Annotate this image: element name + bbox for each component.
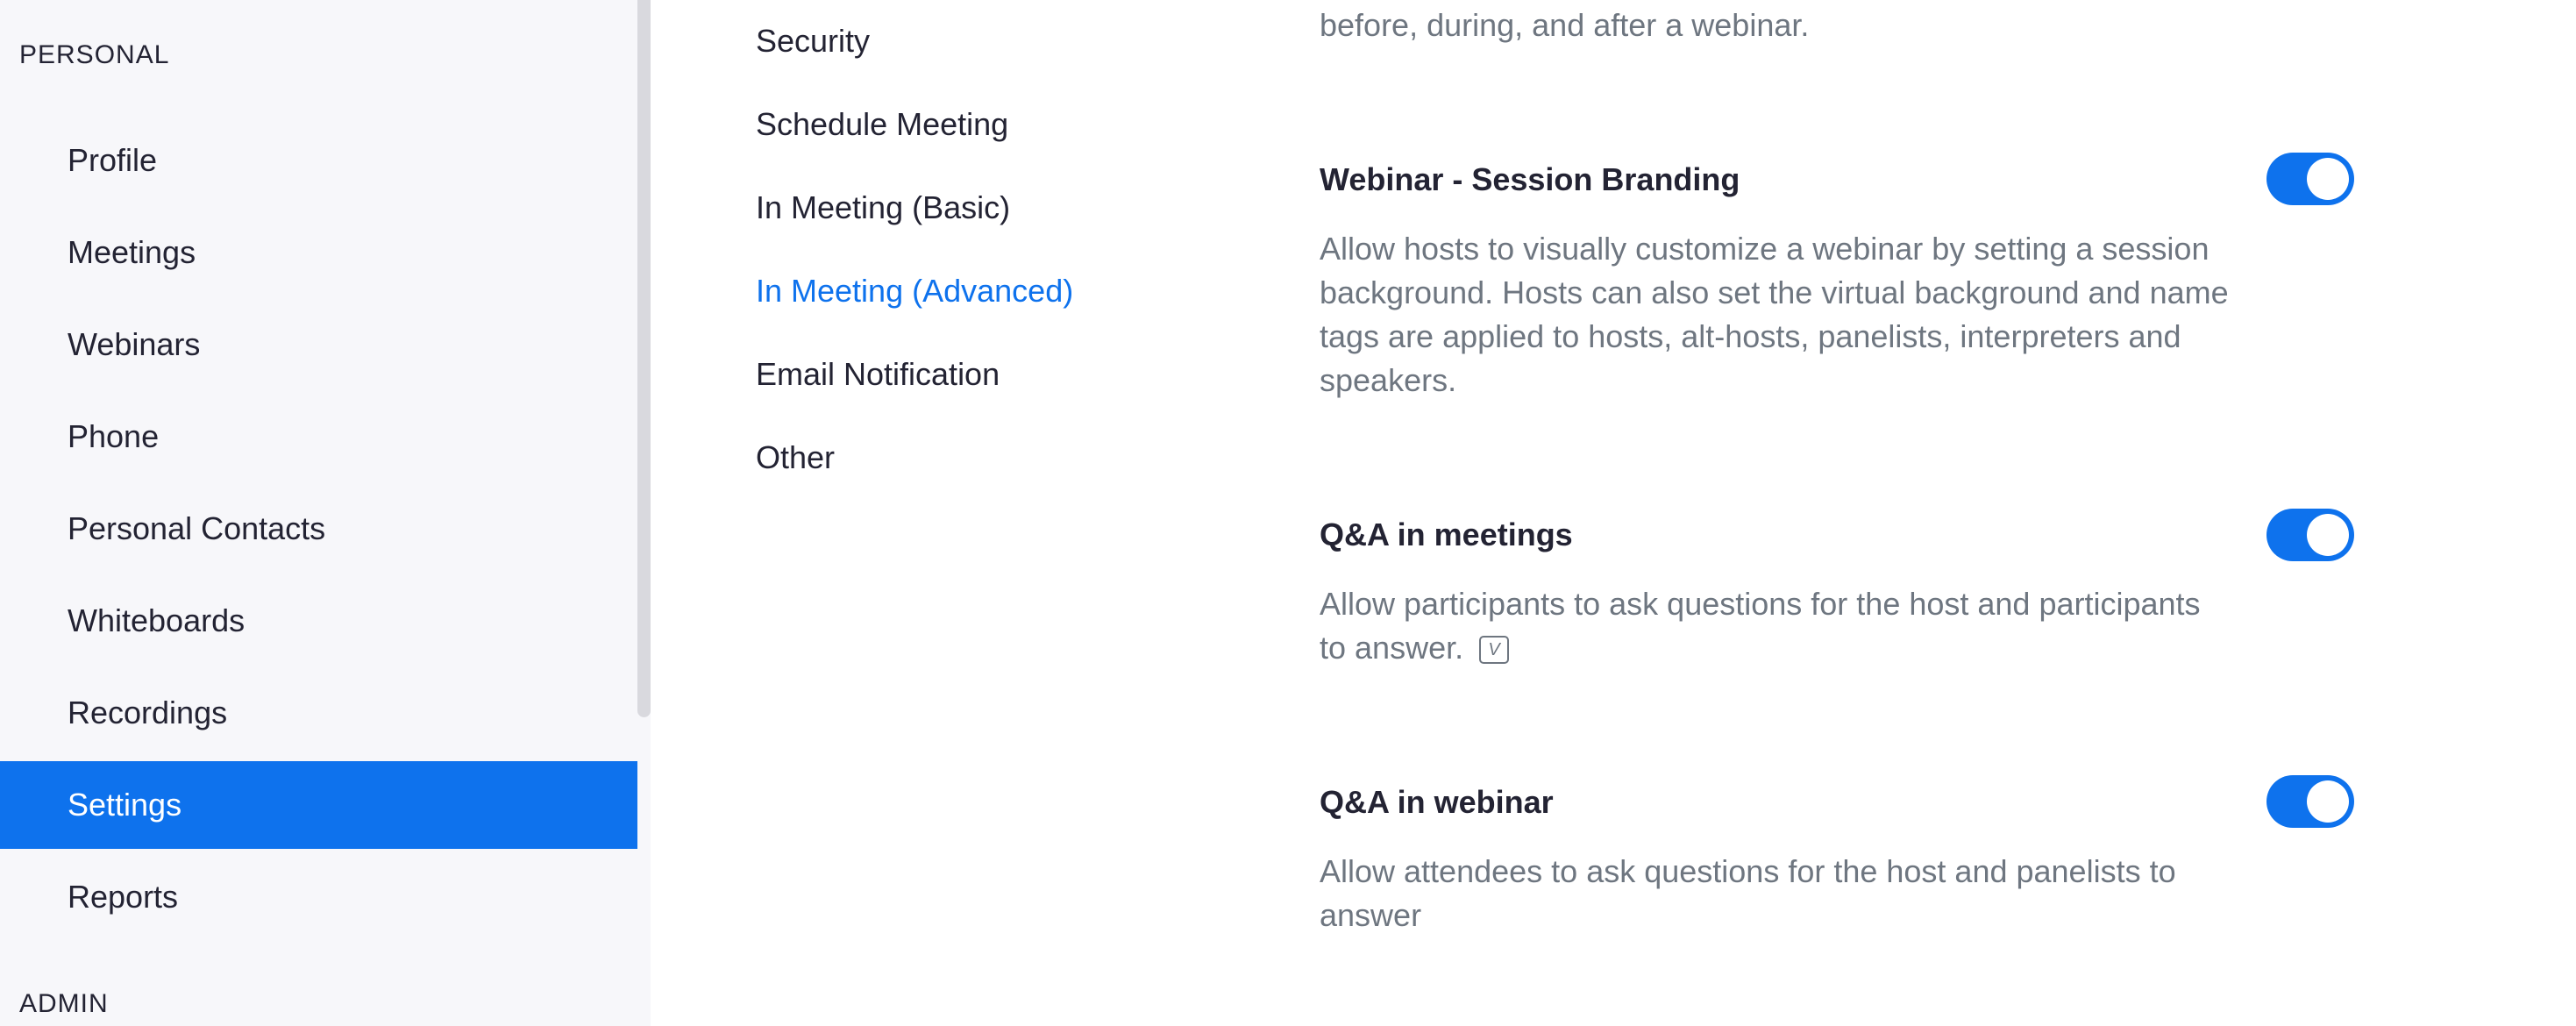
setting-title-qa-in-webinar: Q&A in webinar <box>1320 784 1554 820</box>
settings-content: before, during, and after a webinar. Web… <box>1320 0 2459 1026</box>
sidebar-item-meetings[interactable]: Meetings <box>0 209 637 296</box>
sidebar-item-whiteboards[interactable]: Whiteboards <box>0 577 637 665</box>
setting-description-qa-in-webinar: Allow attendees to ask questions for the… <box>1320 853 2176 933</box>
sidebar-scrollbar[interactable] <box>637 0 651 717</box>
webinar-session-branding-toggle[interactable] <box>2266 153 2354 205</box>
sidebar-item-reports[interactable]: Reports <box>0 853 637 941</box>
tab-in-meeting-advanced[interactable]: In Meeting (Advanced) <box>756 273 1073 310</box>
sidebar-item-settings[interactable]: Settings <box>0 761 637 849</box>
toggle-knob <box>2307 514 2349 556</box>
sidebar-heading-personal: PERSONAL <box>19 40 170 69</box>
tab-schedule-meeting[interactable]: Schedule Meeting <box>756 106 1008 143</box>
tab-other[interactable]: Other <box>756 439 835 476</box>
tab-in-meeting-basic[interactable]: In Meeting (Basic) <box>756 189 1010 226</box>
sidebar-item-webinars[interactable]: Webinars <box>0 301 637 388</box>
sidebar-item-phone[interactable]: Phone <box>0 393 637 481</box>
settings-page: PERSONAL Profile Meetings Webinars Phone… <box>0 0 2576 1026</box>
sidebar-heading-admin: ADMIN <box>19 989 109 1018</box>
sidebar-item-profile[interactable]: Profile <box>0 117 637 204</box>
setting-description-qa-in-meetings: Allow participants to ask questions for … <box>1320 582 2231 670</box>
toggle-knob <box>2307 158 2349 200</box>
setting-title-qa-in-meetings: Q&A in meetings <box>1320 517 1573 552</box>
previous-setting-description: before, during, and after a webinar. <box>1320 7 1810 43</box>
version-info-icon[interactable]: V <box>1479 636 1510 665</box>
tab-email-notification[interactable]: Email Notification <box>756 356 1000 393</box>
tab-security[interactable]: Security <box>756 23 870 60</box>
setting-title-webinar-session-branding: Webinar - Session Branding <box>1320 161 1740 197</box>
setting-description-text: Allow participants to ask questions for … <box>1320 586 2201 666</box>
sidebar-item-personal-contacts[interactable]: Personal Contacts <box>0 485 637 573</box>
toggle-knob <box>2307 780 2349 823</box>
qa-in-meetings-toggle[interactable] <box>2266 509 2354 561</box>
qa-in-webinar-toggle[interactable] <box>2266 775 2354 828</box>
setting-description-webinar-session-branding: Allow hosts to visually customize a webi… <box>1320 231 2229 398</box>
sidebar-item-recordings[interactable]: Recordings <box>0 669 637 757</box>
sidebar: PERSONAL Profile Meetings Webinars Phone… <box>0 0 651 1026</box>
settings-tabs: Security Schedule Meeting In Meeting (Ba… <box>756 0 1247 1026</box>
